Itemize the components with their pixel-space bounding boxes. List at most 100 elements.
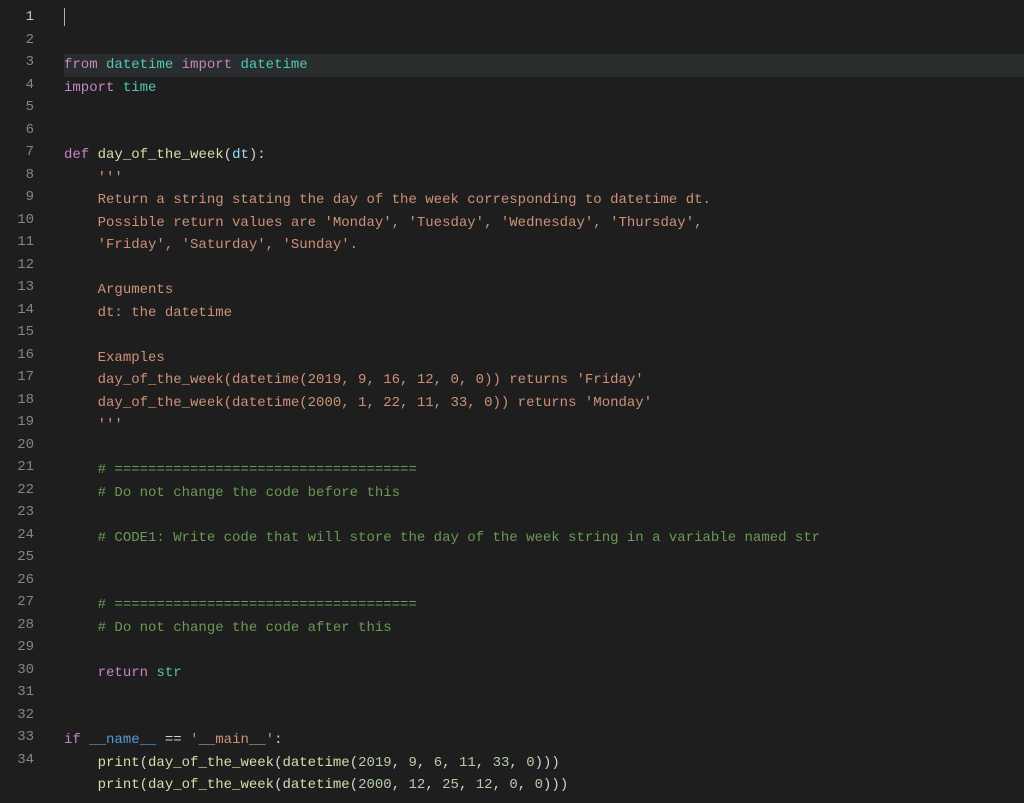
code-token: 0 <box>535 777 543 793</box>
code-token <box>64 417 98 433</box>
code-token: , <box>509 755 526 771</box>
code-line[interactable]: day_of_the_week(datetime(2019, 9, 16, 12… <box>64 369 1024 392</box>
code-line[interactable]: # CODE1: Write code that will store the … <box>64 527 1024 550</box>
code-token: '__main__' <box>190 732 274 748</box>
code-line[interactable] <box>64 122 1024 145</box>
code-token: def <box>64 147 89 163</box>
code-line[interactable] <box>64 684 1024 707</box>
line-number: 30 <box>0 659 48 682</box>
code-token <box>114 80 122 96</box>
line-number: 3 <box>0 51 48 74</box>
code-line[interactable]: import time <box>64 77 1024 100</box>
code-token: , <box>493 777 510 793</box>
code-token: 9 <box>409 755 417 771</box>
code-token <box>64 170 98 186</box>
code-token <box>81 732 89 748</box>
code-token <box>64 665 98 681</box>
code-token: Examples <box>98 350 165 366</box>
code-area[interactable]: from datetime import datetimeimport time… <box>48 0 1024 803</box>
line-number: 1 <box>0 6 48 29</box>
code-token <box>64 237 98 253</box>
code-editor[interactable]: 1234567891011121314151617181920212223242… <box>0 0 1024 803</box>
code-line[interactable] <box>64 797 1024 803</box>
code-token <box>64 777 98 793</box>
code-token <box>64 192 98 208</box>
code-token: 12 <box>476 777 493 793</box>
code-line[interactable]: Arguments <box>64 279 1024 302</box>
code-token: , <box>518 777 535 793</box>
code-line[interactable] <box>64 504 1024 527</box>
code-line[interactable] <box>64 324 1024 347</box>
code-token: ( <box>350 777 358 793</box>
code-line[interactable]: 'Friday', 'Saturday', 'Sunday'. <box>64 234 1024 257</box>
line-number: 20 <box>0 434 48 457</box>
code-line[interactable] <box>64 549 1024 572</box>
code-token <box>98 57 106 73</box>
code-line[interactable]: from datetime import datetime <box>64 54 1024 77</box>
code-token: ): <box>249 147 266 163</box>
code-token: datetime <box>282 777 349 793</box>
code-token: 11 <box>459 755 476 771</box>
code-line[interactable]: # ==================================== <box>64 594 1024 617</box>
code-line[interactable]: # ==================================== <box>64 459 1024 482</box>
code-token: 33 <box>493 755 510 771</box>
line-number: 15 <box>0 321 48 344</box>
code-token: # Do not change the code before this <box>98 485 400 501</box>
code-line[interactable]: Possible return values are 'Monday', 'Tu… <box>64 212 1024 235</box>
code-token <box>64 620 98 636</box>
code-token: 25 <box>442 777 459 793</box>
code-token: __name__ <box>89 732 156 748</box>
code-token: , <box>442 755 459 771</box>
code-line[interactable] <box>64 639 1024 662</box>
code-line[interactable]: Examples <box>64 347 1024 370</box>
code-line[interactable] <box>64 99 1024 122</box>
line-number: 34 <box>0 749 48 772</box>
code-line[interactable] <box>64 572 1024 595</box>
code-token <box>64 215 98 231</box>
code-line[interactable] <box>64 257 1024 280</box>
line-number-gutter: 1234567891011121314151617181920212223242… <box>0 0 48 803</box>
line-number: 28 <box>0 614 48 637</box>
code-line[interactable]: def day_of_the_week(dt): <box>64 144 1024 167</box>
code-line[interactable]: # Do not change the code before this <box>64 482 1024 505</box>
code-token: 12 <box>409 777 426 793</box>
code-token <box>64 755 98 771</box>
code-line[interactable]: print(day_of_the_week(datetime(2019, 9, … <box>64 752 1024 775</box>
code-token: from <box>64 57 98 73</box>
code-token: datetime <box>106 57 173 73</box>
code-token: print <box>98 777 140 793</box>
code-line[interactable]: Return a string stating the day of the w… <box>64 189 1024 212</box>
line-number: 4 <box>0 74 48 97</box>
code-line[interactable] <box>64 437 1024 460</box>
line-number: 5 <box>0 96 48 119</box>
code-line[interactable]: day_of_the_week(datetime(2000, 1, 22, 11… <box>64 392 1024 415</box>
code-line[interactable] <box>64 707 1024 730</box>
code-token: == <box>165 732 182 748</box>
code-token: return <box>98 665 148 681</box>
code-token: # Do not change the code after this <box>98 620 392 636</box>
code-token: 0 <box>526 755 534 771</box>
code-token: import <box>64 80 114 96</box>
code-token: # CODE1: Write code that will store the … <box>98 530 821 546</box>
line-number: 10 <box>0 209 48 232</box>
code-token: 2000 <box>358 777 392 793</box>
code-token <box>173 57 181 73</box>
code-token: ( <box>140 777 148 793</box>
line-number: 17 <box>0 366 48 389</box>
code-line[interactable]: dt: the datetime <box>64 302 1024 325</box>
code-line[interactable]: ''' <box>64 414 1024 437</box>
code-line[interactable]: # Do not change the code after this <box>64 617 1024 640</box>
code-line[interactable]: return str <box>64 662 1024 685</box>
code-line[interactable]: print(day_of_the_week(datetime(2000, 12,… <box>64 774 1024 797</box>
line-number: 25 <box>0 546 48 569</box>
line-number: 19 <box>0 411 48 434</box>
code-token: , <box>417 755 434 771</box>
code-token: ''' <box>98 170 123 186</box>
line-number: 16 <box>0 344 48 367</box>
code-token: time <box>123 80 157 96</box>
line-number: 24 <box>0 524 48 547</box>
code-token: dt <box>232 147 249 163</box>
code-line[interactable]: if __name__ == '__main__': <box>64 729 1024 752</box>
code-line[interactable]: ''' <box>64 167 1024 190</box>
line-number: 13 <box>0 276 48 299</box>
